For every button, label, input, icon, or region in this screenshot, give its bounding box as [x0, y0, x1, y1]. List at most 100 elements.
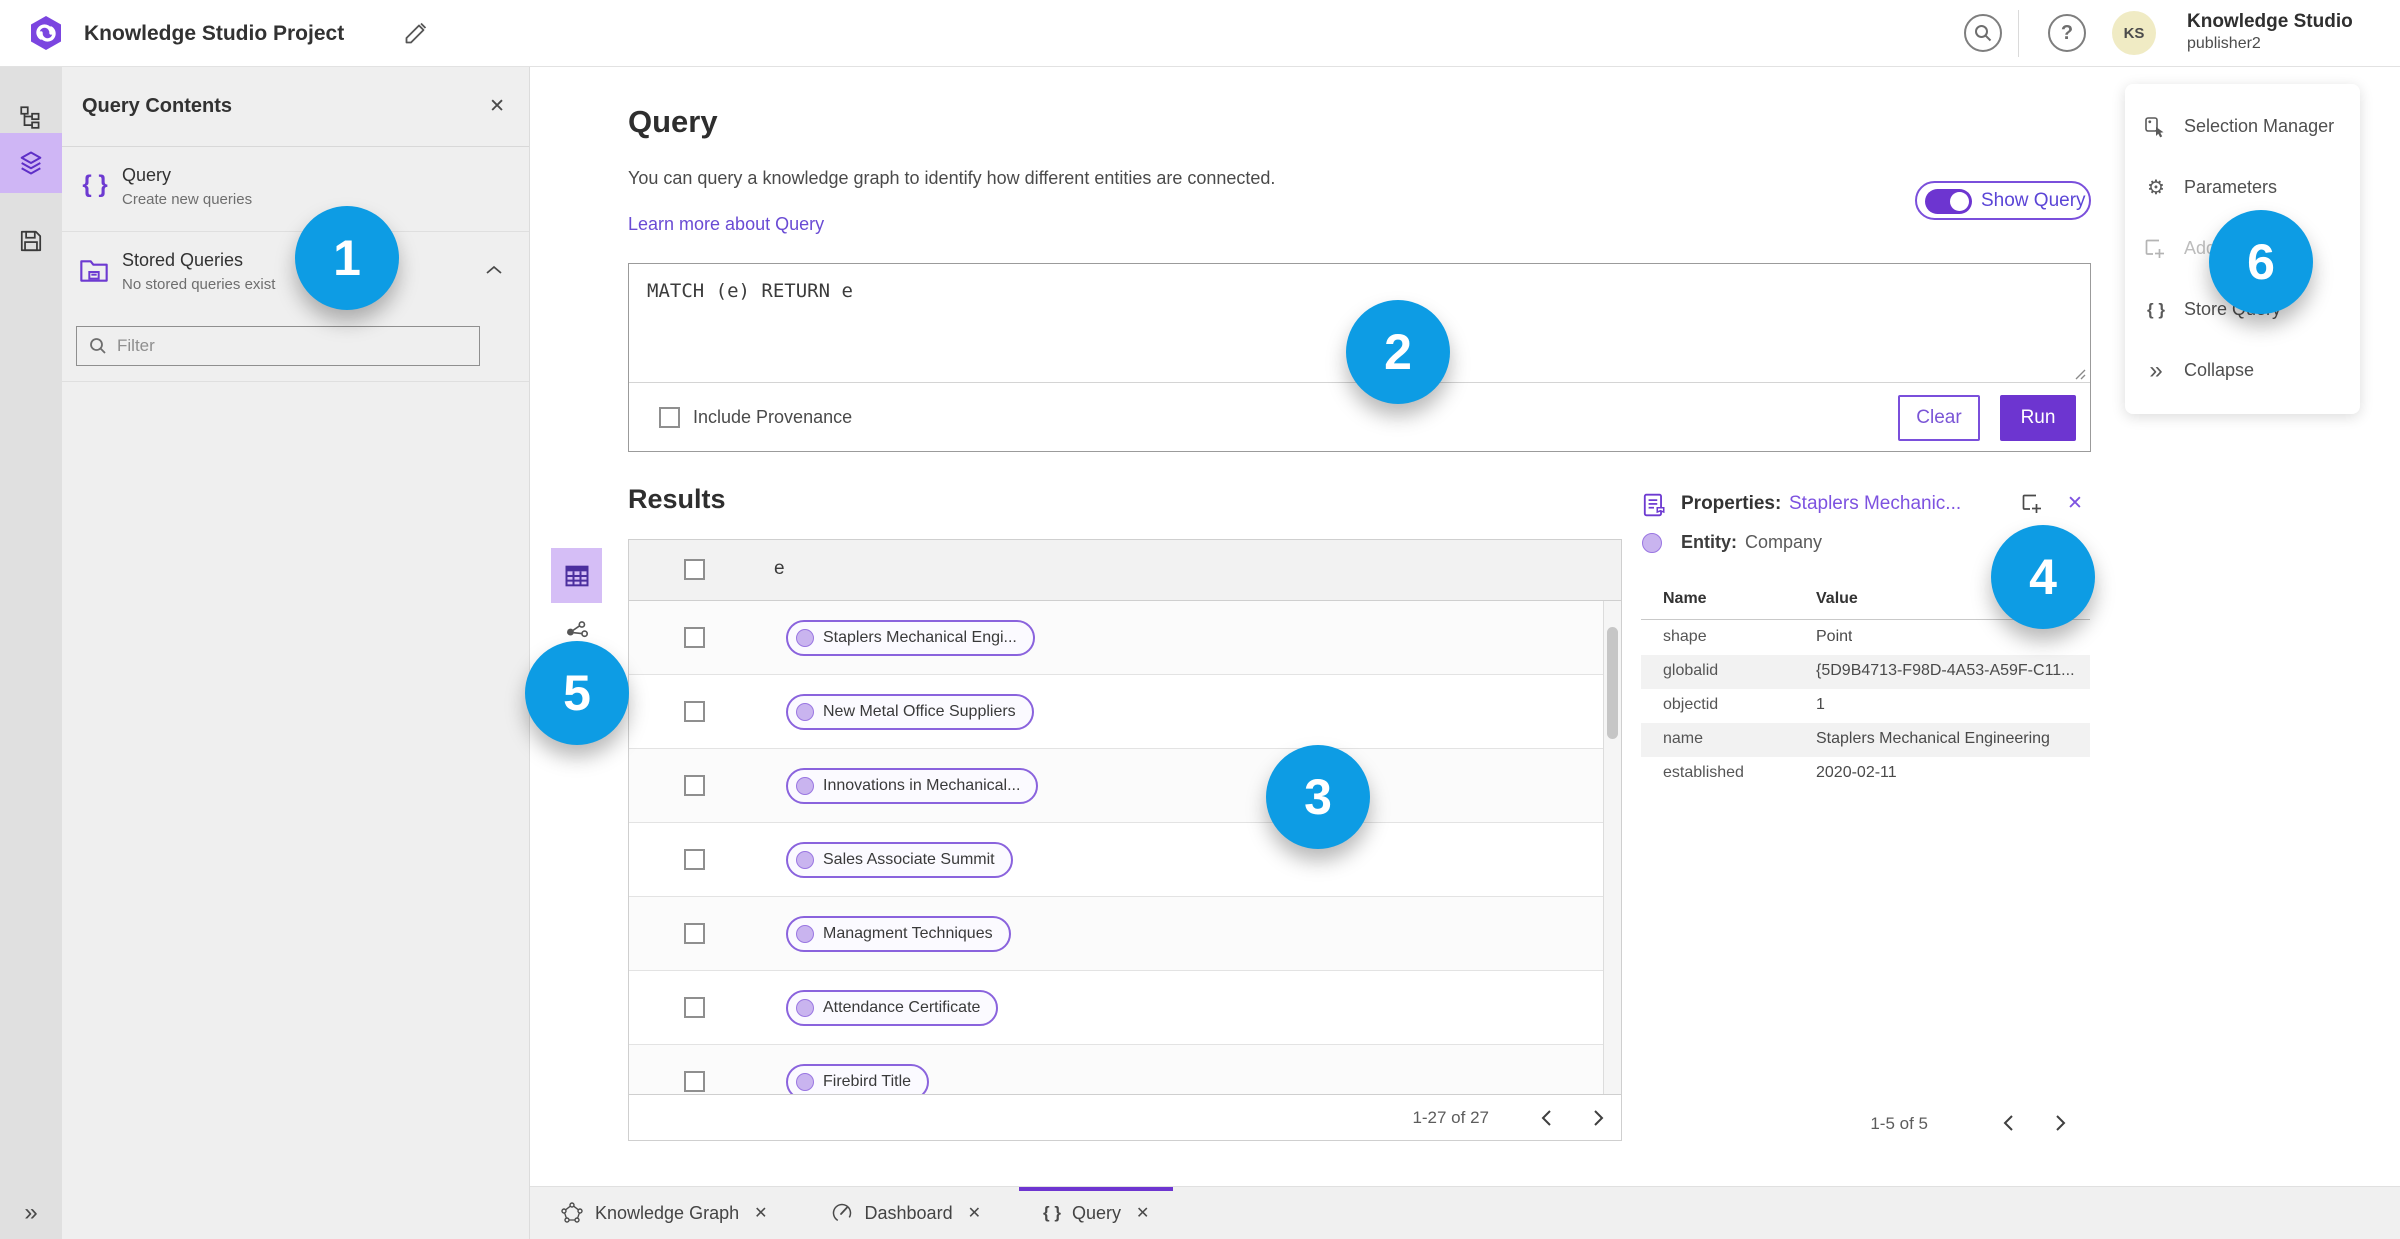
layers-icon	[20, 151, 42, 175]
properties-footer: 1-5 of 5	[1641, 1106, 2090, 1146]
add-icon	[2143, 237, 2169, 261]
row-checkbox[interactable]	[684, 849, 705, 870]
row-checkbox[interactable]	[684, 1071, 705, 1092]
next-page-button[interactable]	[1583, 1103, 1613, 1133]
knowledge-graph-icon	[561, 1202, 583, 1223]
property-name: established	[1663, 764, 1744, 781]
row-checkbox[interactable]	[684, 775, 705, 796]
expand-rail-button[interactable]: »	[0, 1199, 62, 1227]
callout-badge-1: 1	[295, 206, 399, 310]
user-name: Knowledge Studio	[2187, 11, 2353, 32]
gear-icon: ⚙	[2147, 177, 2165, 199]
results-heading: Results	[628, 484, 726, 514]
top-bar: Knowledge Studio Project ? KS Knowledge …	[0, 0, 2400, 67]
tab-label: Dashboard	[864, 1202, 953, 1223]
add-to-map-icon[interactable]	[2020, 492, 2044, 516]
panel-close-icon[interactable]: ✕	[489, 95, 505, 118]
tab-close-icon[interactable]: ✕	[968, 1203, 981, 1223]
app-root: Knowledge Studio Project ? KS Knowledge …	[0, 0, 2400, 1239]
tab-label: Knowledge Graph	[595, 1202, 740, 1223]
clear-button[interactable]: Clear	[1898, 395, 1980, 441]
row-checkbox[interactable]	[684, 627, 705, 648]
table-row[interactable]: Sales Associate Summit	[629, 823, 1603, 897]
tab-dashboard[interactable]: Dashboard ✕	[806, 1187, 1005, 1239]
entity-pill[interactable]: Sales Associate Summit	[786, 842, 1013, 878]
bottom-tab-bar: Knowledge Graph ✕ Dashboard ✕ { } Query …	[530, 1186, 2400, 1239]
collapse-section-icon[interactable]	[485, 264, 503, 276]
edit-title-icon[interactable]	[404, 21, 428, 45]
select-all-checkbox[interactable]	[684, 559, 705, 580]
toggle-knob	[1950, 192, 1969, 211]
results-table: e Staplers Mechanical Engi... New Metal O…	[628, 539, 1622, 1141]
properties-title: Properties:	[1681, 493, 1782, 514]
tab-knowledge-graph[interactable]: Knowledge Graph ✕	[536, 1187, 792, 1239]
avatar[interactable]: KS	[2112, 11, 2156, 55]
entity-pill[interactable]: Innovations in Mechanical...	[786, 768, 1039, 804]
properties-next-button[interactable]	[2045, 1108, 2075, 1138]
menu-item-label: Collapse	[2184, 360, 2255, 380]
properties-prev-button[interactable]	[1993, 1108, 2023, 1138]
toggle-track	[1925, 189, 1972, 214]
table-row[interactable]: Innovations in Mechanical...	[629, 749, 1603, 823]
results-pagination-text: 1-27 of 27	[1412, 1108, 1489, 1127]
entity-pill-label: Innovations in Mechanical...	[823, 777, 1021, 794]
menu-item-parameters[interactable]: ⚙ Parameters	[2125, 157, 2360, 218]
search-icon	[90, 338, 106, 354]
table-row[interactable]: Attendance Certificate	[629, 971, 1603, 1045]
entity-pill[interactable]: Staplers Mechanical Engi...	[786, 620, 1035, 656]
topbar-divider	[2018, 10, 2019, 57]
entity-pill[interactable]: Firebird Title	[786, 1064, 930, 1096]
row-checkbox[interactable]	[684, 997, 705, 1018]
table-row[interactable]: Firebird Title	[629, 1045, 1603, 1096]
property-value: {5D9B4713-F98D-4A53-A59F-C11...	[1816, 662, 2075, 679]
query-description: You can query a knowledge graph to ident…	[628, 168, 1276, 188]
property-row: shape Point	[1641, 621, 2090, 655]
table-row[interactable]: Staplers Mechanical Engi...	[629, 601, 1603, 675]
tab-close-icon[interactable]: ✕	[1136, 1203, 1149, 1223]
entity-pill[interactable]: New Metal Office Suppliers	[786, 694, 1034, 730]
entity-pill[interactable]: Managment Techniques	[786, 916, 1011, 952]
save-rail-button[interactable]	[0, 212, 62, 270]
entity-icon	[796, 999, 814, 1017]
entity-icon	[796, 851, 814, 869]
properties-pagination-text: 1-5 of 5	[1870, 1114, 1928, 1133]
table-view-button[interactable]	[551, 548, 602, 603]
scrollbar-thumb[interactable]	[1607, 627, 1618, 739]
row-checkbox[interactable]	[684, 701, 705, 722]
row-checkbox[interactable]	[684, 923, 705, 944]
layers-rail-button[interactable]	[0, 133, 62, 193]
properties-header: Properties: Staplers Mechanic... ✕	[1641, 490, 2090, 520]
table-row[interactable]: Managment Techniques	[629, 897, 1603, 971]
include-provenance-checkbox[interactable]	[659, 407, 680, 428]
entity-icon	[796, 1073, 814, 1091]
tab-close-icon[interactable]: ✕	[754, 1203, 767, 1223]
callout-badge-6: 6	[2209, 210, 2313, 314]
menu-item-label: Selection Manager	[2184, 116, 2335, 136]
collapse-icon: »	[2149, 356, 2163, 384]
properties-entity-link[interactable]: Staplers Mechanic...	[1789, 493, 1961, 515]
properties-close-icon[interactable]: ✕	[2067, 492, 2083, 515]
filter-input[interactable]	[117, 327, 477, 365]
help-button[interactable]: ?	[2048, 14, 2086, 52]
entity-pill-label: Managment Techniques	[823, 925, 993, 942]
entity-pill[interactable]: Attendance Certificate	[786, 990, 999, 1026]
learn-more-link[interactable]: Learn more about Query	[628, 214, 824, 235]
resize-handle[interactable]	[2072, 366, 2086, 380]
user-role: publisher2	[2187, 35, 2261, 52]
dashboard-icon	[832, 1203, 851, 1223]
run-button[interactable]: Run	[2000, 395, 2076, 441]
menu-item-selection-manager[interactable]: Selection Manager	[2125, 96, 2360, 157]
item-subtitle: Create new queries	[122, 191, 253, 208]
tab-query[interactable]: { } Query ✕	[1018, 1187, 1174, 1239]
show-query-toggle[interactable]: Show Query	[1915, 181, 2091, 220]
search-button[interactable]	[1964, 14, 2002, 52]
menu-item-collapse[interactable]: » Collapse	[2125, 340, 2360, 401]
panel-item-query[interactable]: { } Query Create new queries	[62, 147, 529, 232]
table-row[interactable]: New Metal Office Suppliers	[629, 675, 1603, 749]
property-value: 2020-02-11	[1816, 764, 1897, 781]
results-rows: Staplers Mechanical Engi... New Metal Off…	[629, 601, 1603, 1096]
callout-badge-2: 2	[1346, 300, 1450, 404]
stored-queries-folder-icon	[78, 254, 112, 286]
prev-page-button[interactable]	[1531, 1103, 1561, 1133]
entity-pill-label: Staplers Mechanical Engi...	[823, 629, 1017, 646]
